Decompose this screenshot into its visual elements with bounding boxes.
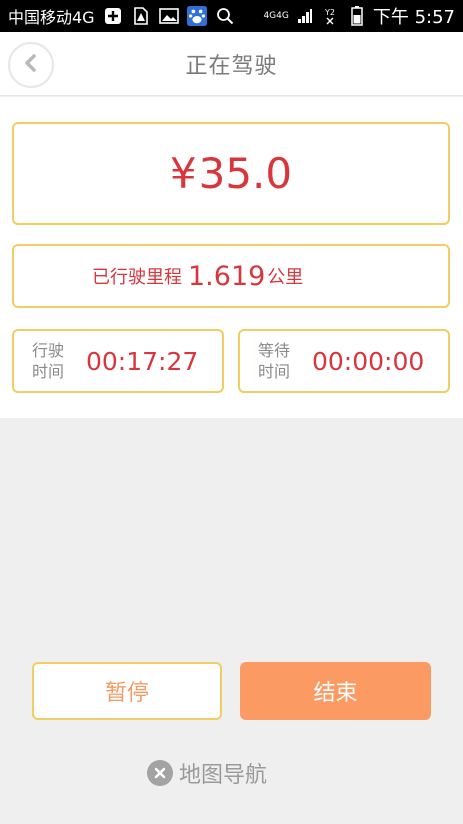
carrier-label: 中国移动4G: [8, 8, 95, 27]
distance-card: 已行驶里程 1.619 公里: [12, 244, 450, 308]
distance-label: 已行驶里程: [92, 267, 182, 288]
close-circle-icon: [147, 760, 173, 786]
wait-time-card: 等待 时间 00:00:00: [238, 329, 450, 393]
trip-info-panel: ¥35.0 已行驶里程 1.619 公里 行驶 时间 00:17:27 等待 时…: [0, 97, 463, 418]
svg-text:Y2: Y2: [324, 8, 335, 17]
search-icon: [215, 6, 235, 26]
status-bar: 中国移动4G 4G4G Y2 下午 5:57: [0, 0, 463, 32]
distance-unit: 公里: [267, 267, 304, 288]
warning-file-icon: [131, 6, 151, 26]
no-sim-icon: Y2: [321, 6, 341, 26]
distance-value: 1.619: [188, 260, 266, 292]
fare-card: ¥35.0: [12, 122, 450, 225]
battery-icon: [347, 6, 367, 26]
wait-time-label: 等待 时间: [258, 341, 291, 381]
network-type-label: 4G4G: [263, 10, 289, 21]
map-navigation-label: 地图导航: [179, 763, 268, 788]
page-title: 正在驾驶: [185, 53, 278, 79]
drive-time-card: 行驶 时间 00:17:27: [12, 329, 224, 393]
currency-symbol: ¥: [169, 149, 197, 198]
signal-icon: [295, 6, 315, 26]
status-bar-left: 中国移动4G: [8, 4, 235, 28]
wait-time-value: 00:00:00: [312, 346, 425, 376]
driving-screen: 中国移动4G 4G4G Y2 下午 5:57 正在驾驶 ¥35.0 已行驶里程 …: [0, 0, 463, 824]
image-icon: [158, 6, 179, 26]
pause-button[interactable]: 暂停: [32, 662, 222, 720]
fare-value: 35.0: [198, 149, 293, 198]
plus-badge-icon: [103, 6, 123, 26]
baidu-paw-icon: [186, 6, 207, 26]
map-navigation-link[interactable]: 地图导航: [147, 757, 267, 789]
back-button[interactable]: [8, 42, 54, 88]
drive-time-label: 行驶 时间: [32, 341, 65, 381]
end-trip-button[interactable]: 结束: [240, 662, 431, 720]
nav-header: 正在驾驶: [0, 32, 463, 96]
drive-time-value: 00:17:27: [86, 346, 199, 376]
clock-label: 下午 5:57: [372, 7, 455, 28]
chevron-left-icon: [21, 53, 41, 77]
status-bar-right: 4G4G Y2 下午 5:57: [263, 3, 455, 29]
fare-amount: ¥35.0: [170, 149, 292, 198]
